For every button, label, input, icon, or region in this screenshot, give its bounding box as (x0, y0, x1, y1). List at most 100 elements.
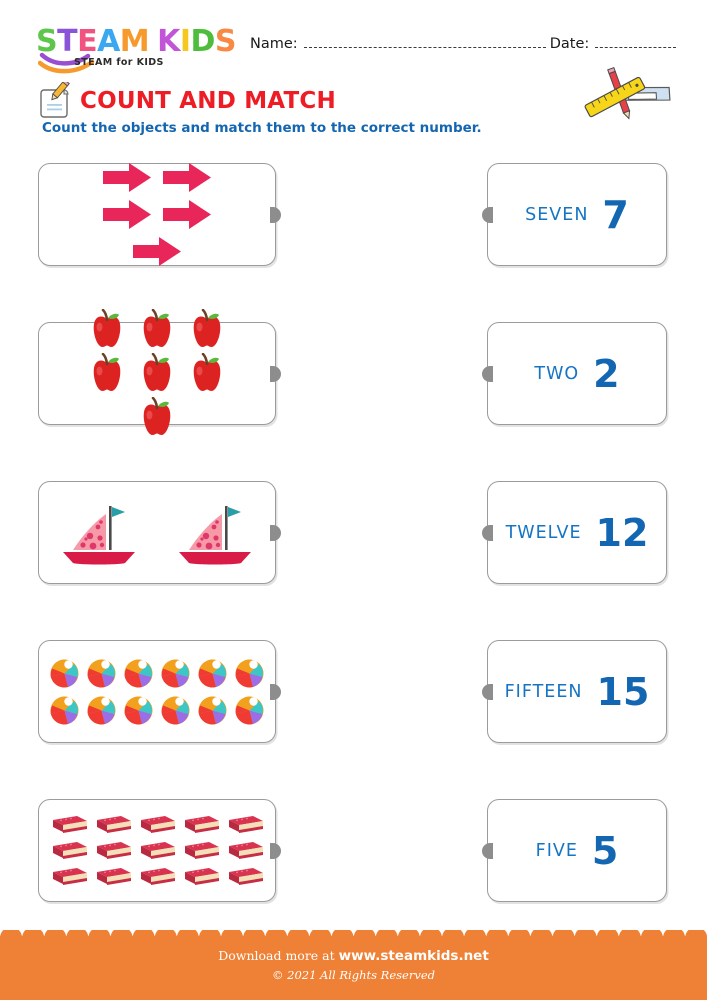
answer-box-7[interactable]: SEVEN 7 (482, 163, 667, 266)
object-line (46, 692, 268, 729)
connector-knob-right-box[interactable] (482, 206, 493, 223)
object-collection (39, 641, 275, 742)
title-row: COUNT AND MATCH (38, 82, 336, 120)
book-icon (229, 815, 263, 833)
match-row: SEVEN 7 (0, 155, 707, 314)
object-line (47, 838, 267, 864)
date-label: Date: (549, 36, 590, 52)
name-label: Name: (250, 36, 298, 52)
arrow-icon (163, 163, 211, 192)
book-icon (53, 841, 87, 859)
object-collection (39, 482, 275, 583)
object-box-apple[interactable] (38, 308, 281, 435)
answer-box-12[interactable]: TWELVE 12 (482, 481, 667, 584)
apple-icon (93, 352, 121, 391)
book-icon (185, 815, 219, 833)
object-line (97, 196, 217, 233)
object-box-ball[interactable] (38, 640, 281, 743)
answer-word: TWO (534, 363, 580, 384)
book-icon (141, 815, 175, 833)
answer-box-15[interactable]: FIFTEEN 15 (482, 640, 667, 743)
answer-number: 5 (591, 828, 619, 873)
book-icon (53, 815, 87, 833)
object-box-arrow[interactable] (38, 163, 281, 266)
answer-word: TWELVE (505, 522, 582, 543)
beach-ball-icon (235, 696, 264, 724)
connector-knob-left-box[interactable] (270, 206, 281, 223)
apple-icon (93, 308, 121, 347)
book-icon (141, 867, 175, 885)
connector-knob-right-box[interactable] (482, 683, 493, 700)
book-icon (229, 841, 263, 859)
answer-number: 15 (596, 669, 650, 714)
sailboat-icon (63, 505, 135, 564)
steam-kids-logo: STEAMKIDS STEAM for KIDS (36, 24, 237, 74)
object-line (46, 655, 268, 692)
logo-letter-s-8: S (214, 24, 237, 59)
logo-letter-k-5: K (157, 24, 180, 59)
name-input-line[interactable] (303, 47, 546, 48)
connector-knob-left-box[interactable] (270, 842, 281, 859)
name-date-row: Name: Date: (250, 36, 680, 60)
apple-icon (193, 352, 221, 391)
match-rows: SEVEN 7 TWO 2 TWELVE 12 FIFTEEN 15 FIVE 5 (0, 155, 707, 950)
scallop-edge (0, 930, 707, 942)
footer-download-line: Download more at www.steamkids.net (0, 948, 707, 964)
footer-site-link[interactable]: www.steamkids.net (339, 948, 489, 964)
beach-ball-icon (124, 696, 153, 724)
object-box-book[interactable] (38, 799, 281, 902)
object-collection (39, 800, 275, 901)
book-icon (97, 841, 131, 859)
apple-icon (193, 308, 221, 347)
connector-knob-left-box[interactable] (270, 683, 281, 700)
object-line (132, 396, 182, 440)
answer-word: SEVEN (525, 204, 589, 225)
beach-ball-icon (50, 659, 79, 687)
arrow-icon (163, 200, 211, 229)
book-icon (185, 841, 219, 859)
footer-prefix: Download more at (218, 948, 335, 963)
object-line (97, 159, 217, 196)
book-icon (53, 867, 87, 885)
connector-knob-right-box[interactable] (482, 524, 493, 541)
connector-knob-left-box[interactable] (270, 524, 281, 541)
page-footer: Download more at www.steamkids.net © 202… (0, 930, 707, 1000)
page-subtitle: Count the objects and match them to the … (42, 120, 482, 136)
beach-ball-icon (161, 659, 190, 687)
connector-knob-right-box[interactable] (482, 842, 493, 859)
logo-tagline: STEAM for KIDS (74, 57, 164, 68)
logo-letter-i-6: I (179, 24, 191, 59)
apple-icon (143, 308, 171, 347)
object-line (82, 352, 232, 396)
answer-number: 7 (602, 192, 629, 237)
answer-word: FIFTEEN (504, 681, 583, 702)
connector-knob-right-box[interactable] (482, 365, 493, 382)
beach-ball-icon (124, 659, 153, 687)
date-input-line[interactable] (595, 47, 676, 48)
beach-ball-icon (198, 659, 227, 687)
sailboat-icon (179, 505, 251, 564)
beach-ball-icon (161, 696, 190, 724)
connector-knob-left-box[interactable] (270, 365, 281, 382)
ruler-pencil-triangle-icon (584, 66, 671, 120)
logo-letter-m-4: M (119, 24, 150, 59)
beach-ball-icon (87, 659, 116, 687)
match-row: TWELVE 12 (0, 473, 707, 632)
book-icon (185, 867, 219, 885)
match-row: FIVE 5 (0, 791, 707, 950)
object-collection (39, 163, 275, 266)
answer-number: 2 (593, 351, 620, 396)
answer-box-5[interactable]: FIVE 5 (482, 799, 667, 902)
arrow-icon (103, 200, 151, 229)
apple-icon (143, 396, 171, 435)
book-icon (229, 867, 263, 885)
scroll-pencil-icon (40, 82, 70, 118)
object-line (127, 233, 187, 270)
object-line (82, 308, 232, 352)
object-collection (39, 308, 275, 435)
beach-ball-icon (87, 696, 116, 724)
object-box-boat[interactable] (38, 481, 281, 584)
answer-box-2[interactable]: TWO 2 (482, 322, 667, 425)
page-header: STEAMKIDS STEAM for KIDS Name: Date: COU… (0, 0, 707, 150)
beach-ball-icon (50, 696, 79, 724)
